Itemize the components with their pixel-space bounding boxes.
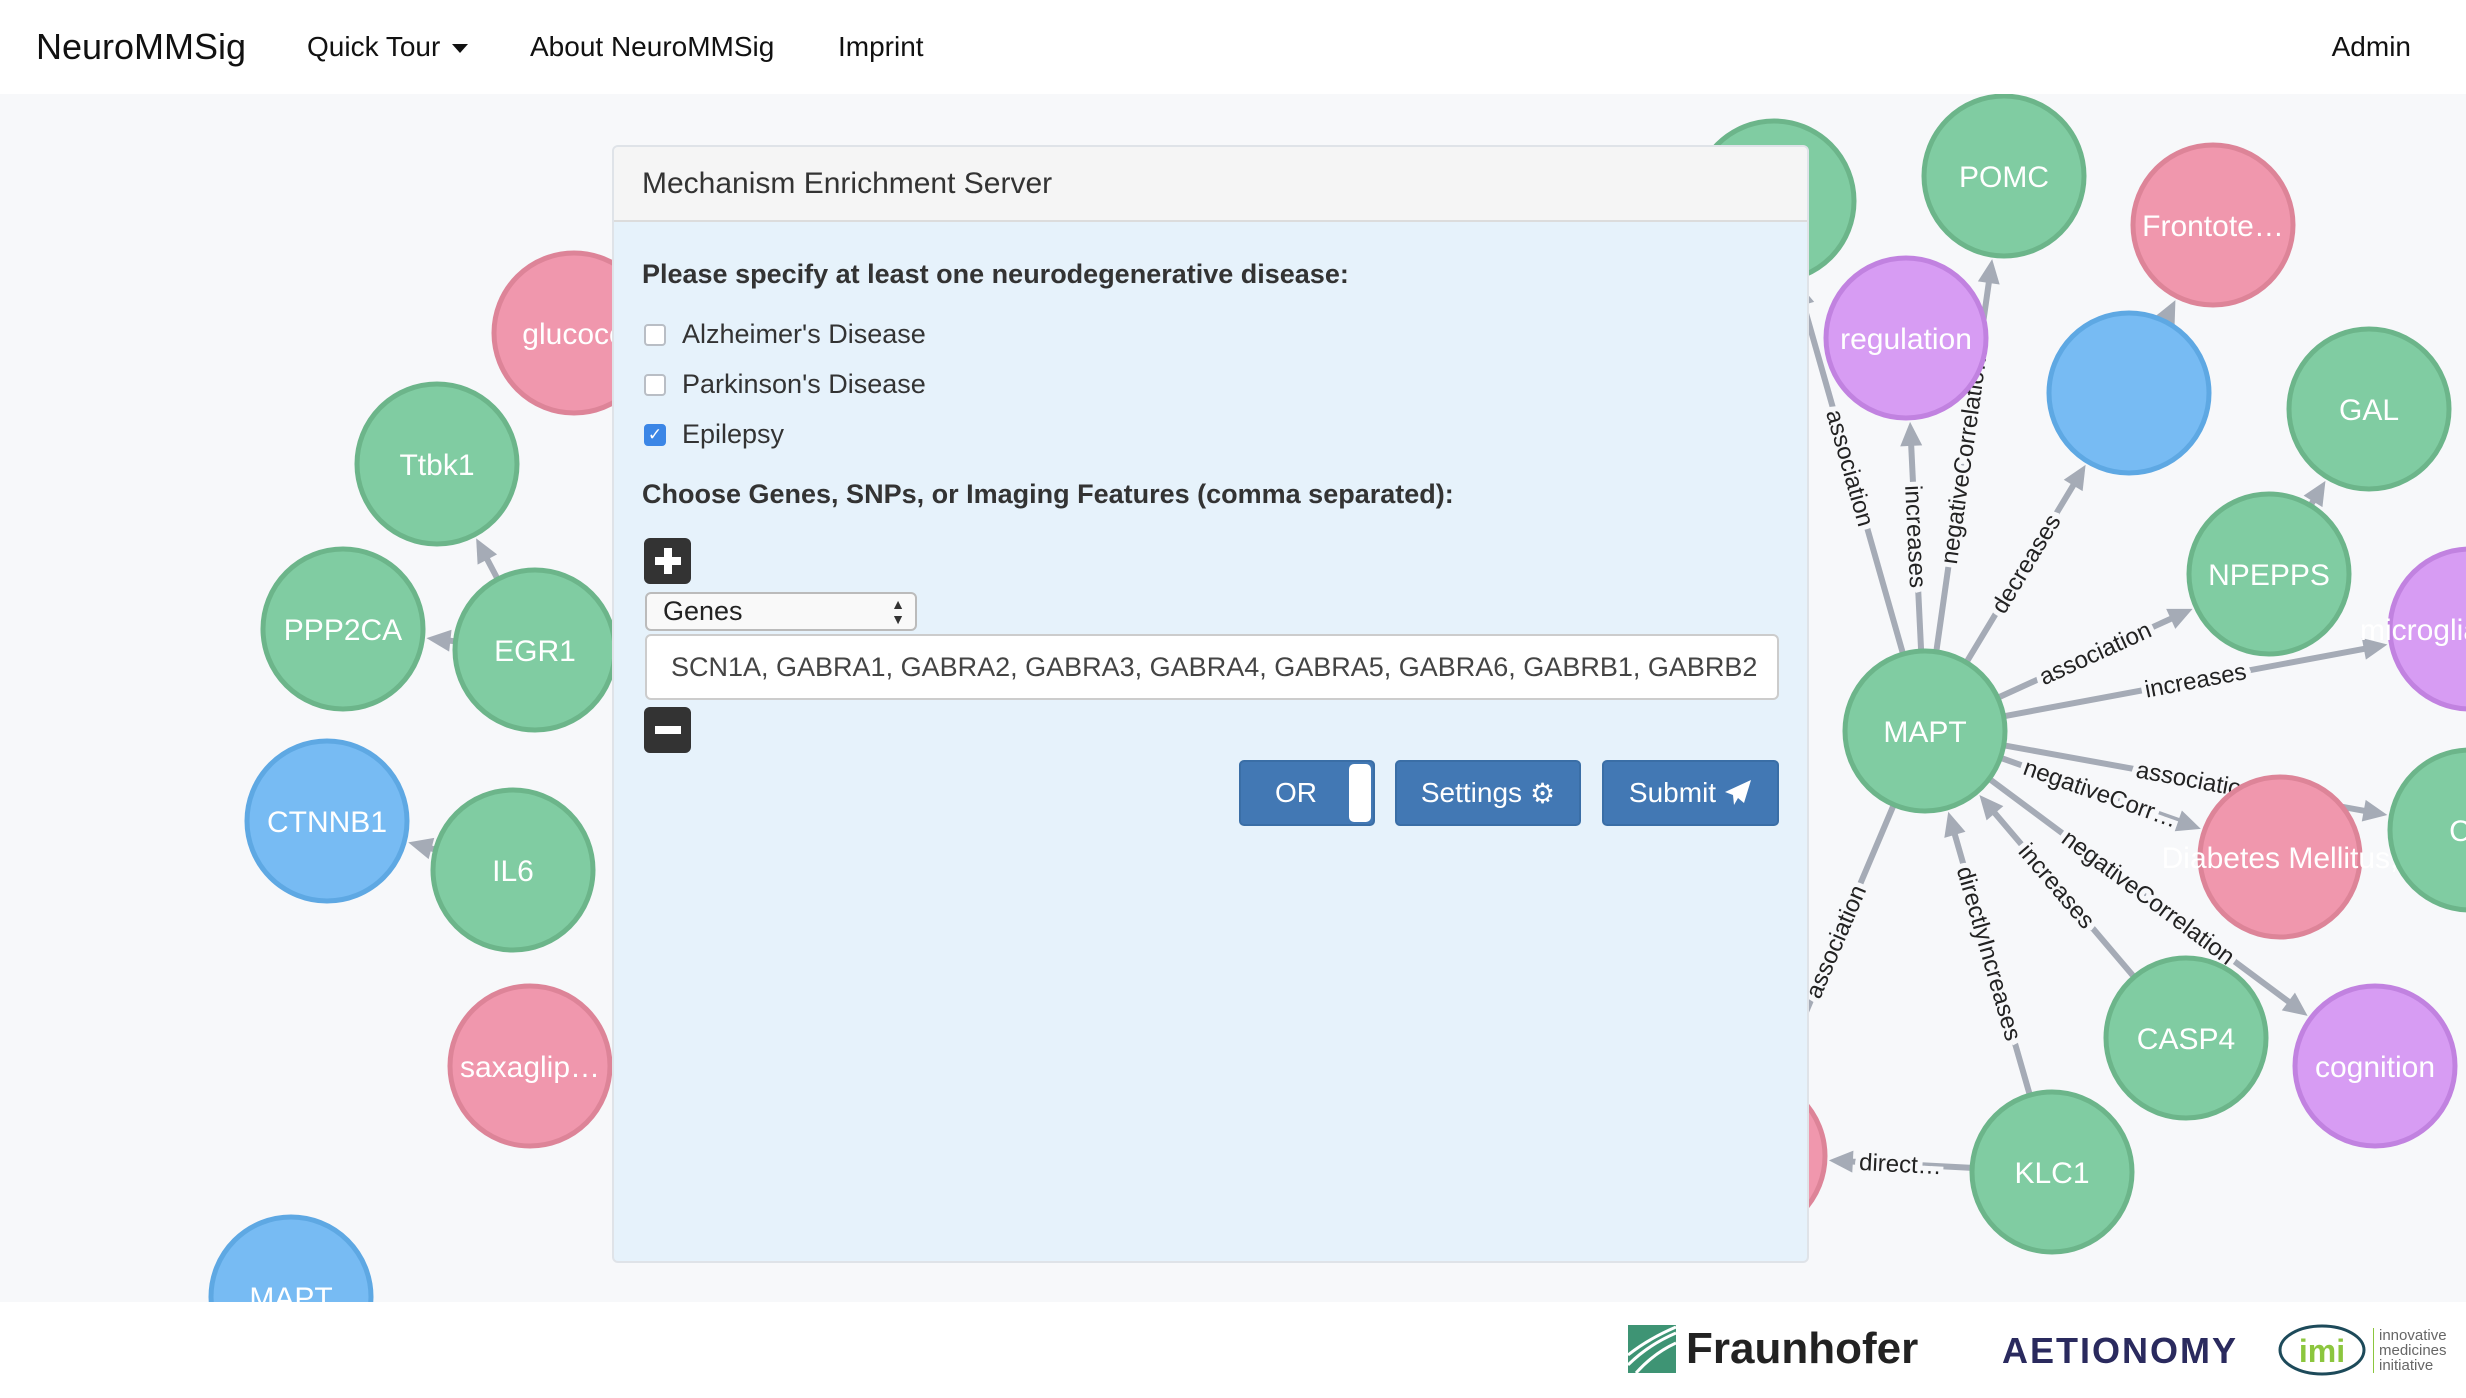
fraunhofer-text: Fraunhofer bbox=[1686, 1324, 1919, 1373]
checkbox-label: Alzheimer's Disease bbox=[682, 319, 926, 349]
fraunhofer-logo[interactable]: Fraunhofer bbox=[1628, 1324, 1918, 1374]
features-input[interactable]: SCN1A, GABRA1, GABRA2, GABRA3, GABRA4, G… bbox=[645, 634, 1779, 700]
node-label: CTNNB1 bbox=[267, 806, 387, 839]
add-field-button[interactable] bbox=[644, 538, 691, 584]
check-icon[interactable]: ✓ bbox=[644, 423, 666, 446]
node-label: Frontote… bbox=[2142, 210, 2284, 243]
graph-node-blue[interactable] bbox=[2046, 310, 2212, 476]
imi-ellipse-icon: imi bbox=[2278, 1324, 2366, 1376]
node-label: Diabetes Mellitus, bbox=[2162, 842, 2399, 875]
edge-arrowhead bbox=[408, 837, 435, 860]
checkbox-box[interactable] bbox=[644, 323, 666, 346]
edge-label: directlyIncreases bbox=[1951, 863, 2027, 1044]
button-label: Settings bbox=[1420, 777, 1523, 808]
or-toggle[interactable]: OR bbox=[1239, 760, 1375, 826]
toggle-label: OR bbox=[1275, 777, 1317, 808]
edge-arrowhead bbox=[1944, 811, 1966, 838]
checkbox-label: Parkinson's Disease bbox=[682, 369, 926, 399]
fraunhofer-mark-icon bbox=[1628, 1325, 1676, 1373]
features-prompt: Choose Genes, SNPs, or Imaging Features … bbox=[642, 479, 1454, 509]
imi-text: innovative medicines initiative bbox=[2373, 1327, 2451, 1373]
node-label: NPEPPS bbox=[2208, 559, 2330, 592]
aetionomy-logo[interactable]: AETIONOMY bbox=[2002, 1330, 2238, 1372]
aetionomy-text: AETIONOMY bbox=[2002, 1330, 2239, 1371]
submit-button[interactable]: Submit bbox=[1602, 760, 1779, 826]
edge-arrowhead bbox=[1900, 421, 1923, 447]
panel-title: Mechanism Enrichment Server bbox=[614, 147, 1807, 222]
node-label: cognition bbox=[2315, 1051, 2435, 1084]
nav-admin[interactable]: Admin bbox=[2332, 31, 2411, 63]
imi-logo[interactable]: imi innovative medicines initiative bbox=[2277, 1322, 2451, 1378]
node-label: CASP4 bbox=[2137, 1023, 2235, 1056]
checkbox-parkinsons[interactable]: Parkinson's Disease bbox=[644, 369, 926, 400]
minus-icon bbox=[654, 726, 681, 734]
brand-link[interactable]: NeuroMMSig bbox=[36, 26, 246, 68]
edge-label: increases bbox=[2143, 658, 2249, 703]
node-label: KLC1 bbox=[2014, 1157, 2089, 1190]
svg-text:imi: imi bbox=[2299, 1333, 2345, 1369]
nav-quick-tour[interactable]: Quick Tour bbox=[307, 31, 469, 63]
node-label: CA bbox=[2449, 815, 2466, 848]
footer: Fraunhofer AETIONOMY imi innovative medi… bbox=[0, 1302, 2466, 1398]
toggle-handle[interactable] bbox=[1349, 764, 1371, 822]
checkbox-epilepsy[interactable]: ✓ Epilepsy bbox=[644, 419, 784, 450]
edge-label: decreases bbox=[1986, 510, 2066, 619]
paper-plane-icon bbox=[1725, 780, 1752, 805]
navbar: NeuroMMSig Quick Tour About NeuroMMSig I… bbox=[0, 0, 2466, 94]
feature-type-select[interactable]: Genes ▲ ▼ bbox=[645, 592, 917, 631]
nav-about[interactable]: About NeuroMMSig bbox=[530, 31, 774, 63]
checkbox-label: Epilepsy bbox=[682, 419, 785, 449]
nav-label: Quick Tour bbox=[307, 31, 441, 62]
edge-label: association bbox=[2035, 617, 2155, 691]
caret-down-icon bbox=[452, 44, 469, 54]
edge-arrowhead bbox=[1828, 1150, 1854, 1173]
button-label: Submit bbox=[1628, 777, 1717, 808]
edge-arrowhead bbox=[426, 629, 452, 652]
edge-label: association bbox=[1820, 407, 1879, 530]
node-label: saxaglip… bbox=[460, 1051, 600, 1084]
edge-label: increases bbox=[1899, 485, 1931, 589]
node-label: MAPT bbox=[1883, 716, 1966, 749]
node-label: GAL bbox=[2339, 394, 2399, 427]
checkbox-box[interactable] bbox=[644, 373, 666, 396]
select-arrows-icon: ▲ ▼ bbox=[891, 596, 905, 627]
node-label: glucoco bbox=[522, 318, 625, 351]
checkbox-alzheimers[interactable]: Alzheimer's Disease bbox=[644, 319, 926, 350]
node-label: PPP2CA bbox=[284, 614, 402, 647]
edge-label: association bbox=[1800, 881, 1872, 1002]
settings-button[interactable]: Settings ⚙ bbox=[1395, 760, 1581, 826]
node-label: EGR1 bbox=[494, 635, 576, 668]
enrichment-panel: Mechanism Enrichment Server Please speci… bbox=[612, 145, 1809, 1263]
plus-icon bbox=[654, 548, 681, 574]
gear-icon: ⚙ bbox=[1530, 777, 1556, 809]
node-label: Ttbk1 bbox=[399, 449, 474, 482]
node-label: microglial cell ac bbox=[2360, 614, 2466, 647]
remove-field-button[interactable] bbox=[644, 707, 691, 753]
disease-prompt: Please specify at least one neurodegener… bbox=[642, 259, 1349, 289]
edge-label: direct… bbox=[1858, 1149, 1942, 1180]
node-label: IL6 bbox=[492, 855, 534, 888]
nav-imprint[interactable]: Imprint bbox=[838, 31, 924, 63]
select-value: Genes bbox=[663, 596, 743, 626]
node-label: POMC bbox=[1959, 161, 2049, 194]
edge-arrowhead bbox=[1977, 259, 2000, 285]
edge-arrowhead bbox=[2361, 799, 2388, 822]
node-label: regulation bbox=[1840, 323, 1972, 356]
